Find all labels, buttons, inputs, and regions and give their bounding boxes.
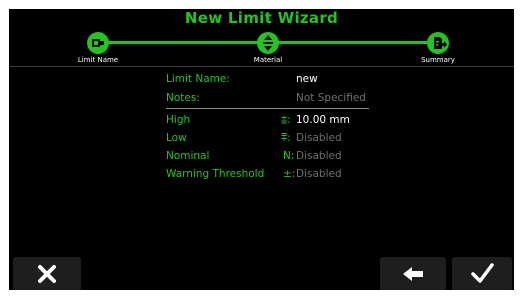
limit-name-label: Limit Name: (166, 73, 230, 85)
warning-threshold-label: Warning Threshold (166, 168, 265, 180)
wizard-title: New Limit Wizard (184, 9, 339, 27)
warning-threshold-value: Disabled (296, 168, 342, 180)
cancel-button[interactable] (13, 257, 81, 290)
checkmark-icon (471, 263, 494, 283)
wizard-screen: New Limit Wizard Limit Name Material Sum… (9, 9, 514, 290)
notes-label: Notes: (166, 92, 200, 104)
nominal-value: Disabled (296, 150, 342, 162)
material-icon[interactable] (257, 32, 279, 54)
back-button[interactable] (380, 257, 446, 290)
high-value: 10.00 mm (296, 114, 350, 126)
nominal-label: Nominal (166, 150, 210, 162)
section-divider (166, 108, 369, 109)
close-icon (38, 265, 56, 283)
low-symbol: ⩱: (281, 132, 291, 144)
warning-threshold-symbol: ±: (283, 168, 296, 180)
low-label: Low (166, 132, 187, 144)
confirm-button[interactable] (452, 257, 512, 290)
high-symbol: ⩲: (281, 114, 291, 126)
header-divider (9, 66, 514, 67)
step-label-summary: Summary (421, 56, 455, 64)
low-value: Disabled (296, 132, 342, 144)
step-label-material: Material (253, 56, 283, 64)
step-label-limit-name: Limit Name (77, 56, 119, 64)
notes-value: Not Specified (296, 92, 366, 104)
nominal-symbol: N: (283, 150, 295, 162)
limit-name-icon[interactable] (87, 32, 109, 54)
summary-icon[interactable] (427, 32, 449, 54)
high-label: High (166, 114, 191, 126)
limit-name-value: new (296, 73, 318, 85)
arrow-left-icon (403, 267, 423, 281)
